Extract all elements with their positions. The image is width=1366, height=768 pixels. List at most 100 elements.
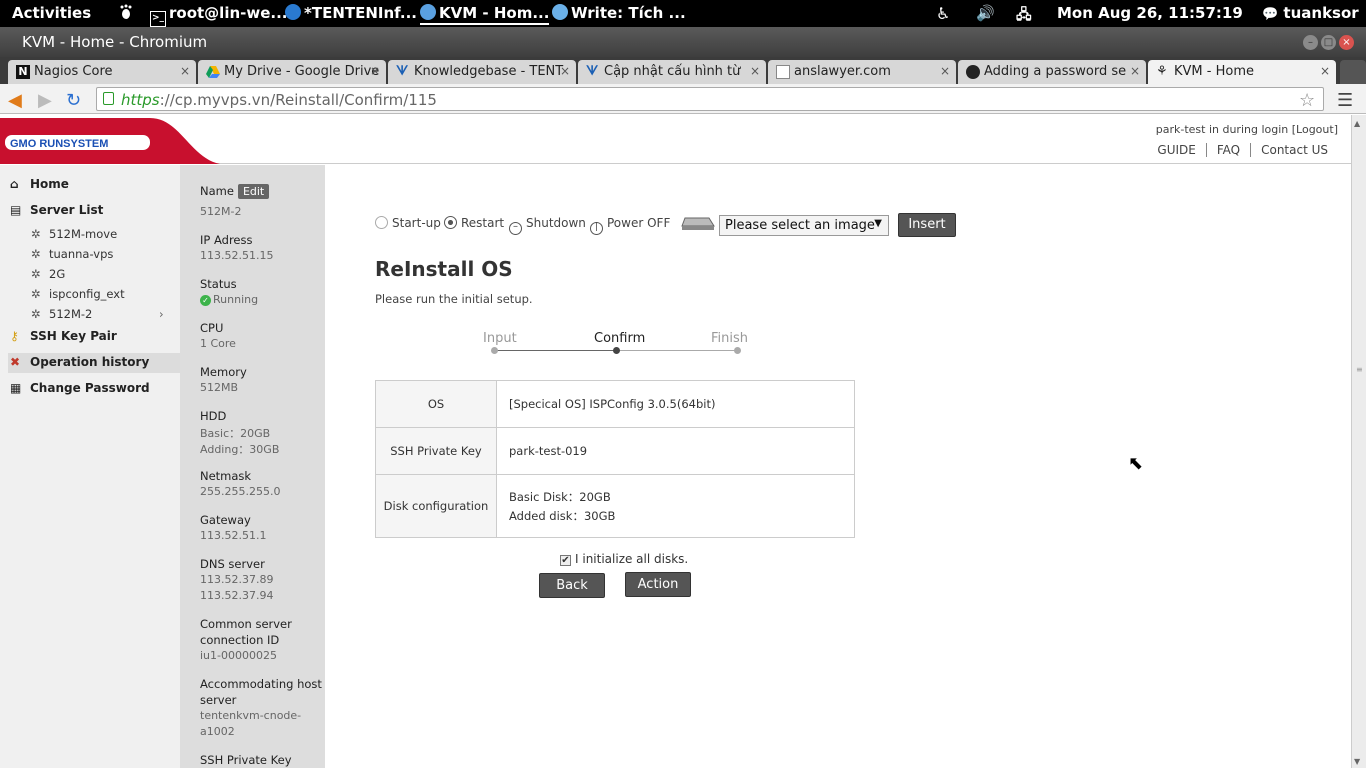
action-button[interactable]: Action: [625, 572, 691, 597]
activities-button[interactable]: Activities: [12, 4, 91, 22]
kvm-icon: ⚘: [1156, 64, 1168, 79]
step-confirm: Confirm: [594, 331, 646, 346]
address-bar[interactable]: https://cp.myvps.vn/Reinstall/Confirm/11…: [96, 87, 1324, 111]
scrollbar[interactable]: ▲ ≡ ▼: [1351, 115, 1366, 768]
tab-close-icon[interactable]: ×: [1320, 64, 1330, 78]
password-icon: ▦: [10, 381, 22, 395]
maximize-icon[interactable]: □: [1321, 35, 1336, 50]
gateway-value: 113.52.51.1: [200, 529, 267, 542]
reload-icon[interactable]: ↻: [66, 90, 81, 111]
window-terminal[interactable]: >_ root@lin-we...: [150, 4, 288, 27]
startup-button[interactable]: Start-up: [375, 216, 441, 230]
table-row: OS [Specical OS] ISPConfig 3.0.5(64bit): [375, 380, 855, 428]
gnome-foot-icon[interactable]: [118, 4, 137, 22]
cpu-value: 1 Core: [200, 337, 236, 350]
toolbar: ◀ ▶ ↻ https://cp.myvps.vn/Reinstall/Conf…: [0, 84, 1366, 114]
tab-close-icon[interactable]: ×: [750, 64, 760, 78]
scroll-down-icon[interactable]: ▼: [1354, 757, 1360, 766]
tab-close-icon[interactable]: ×: [1130, 64, 1140, 78]
memory-value: 512MB: [200, 381, 239, 394]
sidebar-item-server-list[interactable]: ▤ Server List: [10, 203, 103, 217]
disk-config-label: Disk configuration: [375, 474, 497, 538]
power-icon: [375, 216, 388, 229]
sidebar-item-change-password[interactable]: ▦ Change Password: [10, 381, 150, 395]
status-label: Status: [200, 277, 237, 291]
step-dot: [491, 347, 498, 354]
sidebar: ⌂ Home ▤ Server List ✲ 512M-move ✲ tuanna-vp…: [0, 165, 180, 768]
window-write[interactable]: Write: Tích ...: [552, 4, 686, 22]
close-icon[interactable]: ×: [1339, 35, 1354, 50]
os-value: [Specical OS] ISPConfig 3.0.5(64bit): [496, 380, 855, 428]
tab-knowledgebase[interactable]: ᗐ Knowledgebase - TENT ×: [388, 60, 576, 84]
tab-kvm-home[interactable]: ⚘ KVM - Home ×: [1148, 60, 1336, 84]
back-button[interactable]: Back: [539, 573, 605, 598]
ip-value: 113.52.51.15: [200, 249, 274, 262]
image-select[interactable]: Please select an image ▼: [719, 215, 889, 236]
sidebar-item-ssh-key[interactable]: ⚷ SSH Key Pair: [10, 329, 117, 343]
ssh-key-label: SSH Private Key: [200, 753, 292, 767]
tab-anslawyer[interactable]: anslawyer.com ×: [768, 60, 956, 84]
network-icon[interactable]: 🖧: [1016, 4, 1032, 28]
server-item[interactable]: ✲ ispconfig_ext: [31, 287, 125, 301]
gmo-runsystem-logo[interactable]: GMO RUNSYSTEM: [0, 118, 220, 164]
clock[interactable]: Mon Aug 26, 11:57:19: [1057, 4, 1243, 22]
gnome-top-bar: Activities >_ root@lin-we... *TENTENInf..…: [0, 0, 1366, 27]
insert-button[interactable]: Insert: [898, 213, 956, 237]
tab-google-drive[interactable]: My Drive - Google Drive ×: [198, 60, 386, 84]
tab-close-icon[interactable]: ×: [180, 64, 190, 78]
guide-link[interactable]: GUIDE: [1147, 143, 1205, 157]
faq-link[interactable]: FAQ: [1205, 143, 1250, 157]
connection-id-value: iu1-00000025: [200, 649, 277, 662]
contact-link[interactable]: Contact US: [1250, 143, 1338, 157]
dns-value-2: 113.52.37.94: [200, 589, 274, 602]
server-item[interactable]: ✲ 512M-move: [31, 227, 117, 241]
checkmark-icon: ✔: [560, 555, 571, 566]
tools-icon: ✖: [10, 355, 21, 369]
login-status[interactable]: park-test in during login [Logout]: [1156, 123, 1338, 136]
initialize-disks-checkbox[interactable]: ✔ I initialize all disks.: [560, 552, 688, 566]
server-item[interactable]: ✲ 2G: [31, 267, 65, 281]
check-icon: ✓: [200, 295, 211, 306]
restart-button[interactable]: Restart: [444, 216, 504, 230]
step-line: [495, 350, 617, 351]
site-header: GMO RUNSYSTEM park-test in during login …: [0, 115, 1351, 164]
server-item-selected[interactable]: ✲ 512M-2 ›: [31, 307, 164, 321]
tab-nagios[interactable]: N Nagios Core ×: [8, 60, 196, 84]
tab-cap-nhat[interactable]: ᗐ Cập nhật cấu hình từ ×: [578, 60, 766, 84]
sidebar-item-home[interactable]: ⌂ Home: [10, 177, 69, 191]
tab-close-icon[interactable]: ×: [560, 64, 570, 78]
edit-button[interactable]: Edit: [237, 184, 270, 199]
tab-close-icon[interactable]: ×: [940, 64, 950, 78]
step-line: [617, 350, 738, 351]
sidebar-item-operation-history[interactable]: ✖ Operation history: [10, 355, 149, 369]
tab-strip: N Nagios Core × My Drive - Google Drive × …: [0, 57, 1366, 84]
power-off-button[interactable]: | Power OFF: [590, 216, 670, 235]
hdd-label: HDD: [200, 409, 227, 423]
step-input: Input: [483, 331, 517, 346]
terminal-icon: >_: [150, 11, 166, 27]
server-item[interactable]: ✲ tuanna-vps: [31, 247, 113, 261]
volume-icon[interactable]: 🔊: [976, 4, 995, 22]
tab-close-icon[interactable]: ×: [370, 64, 380, 78]
status-value: ✓ Running: [200, 293, 258, 306]
scroll-grip-icon[interactable]: ≡: [1356, 365, 1363, 374]
window-kvm[interactable]: KVM - Hom...: [420, 4, 550, 25]
menu-icon[interactable]: ☰: [1337, 90, 1353, 111]
bookmark-star-icon[interactable]: ☆: [1299, 90, 1315, 111]
spinner-icon: ✲: [31, 267, 41, 281]
new-tab-button[interactable]: [1340, 60, 1366, 84]
accessibility-icon[interactable]: ♿: [936, 4, 950, 23]
forward-icon[interactable]: ▶: [38, 90, 52, 111]
tenten-icon: ᗐ: [586, 64, 599, 79]
shutdown-button[interactable]: – Shutdown: [509, 216, 586, 235]
minimize-icon[interactable]: –: [1303, 35, 1318, 50]
user-menu[interactable]: 💬 tuanksor: [1262, 4, 1359, 22]
step-finish: Finish: [711, 331, 749, 346]
tab-github[interactable]: Adding a password se ×: [958, 60, 1146, 84]
window-tenten[interactable]: *TENTENInf...: [285, 4, 417, 22]
nagios-icon: N: [16, 65, 30, 79]
scroll-up-icon[interactable]: ▲: [1354, 119, 1360, 128]
table-row: SSH Private Key park-test-019: [375, 427, 855, 475]
host-value-2: a1002: [200, 725, 235, 738]
back-icon[interactable]: ◀: [8, 90, 22, 111]
